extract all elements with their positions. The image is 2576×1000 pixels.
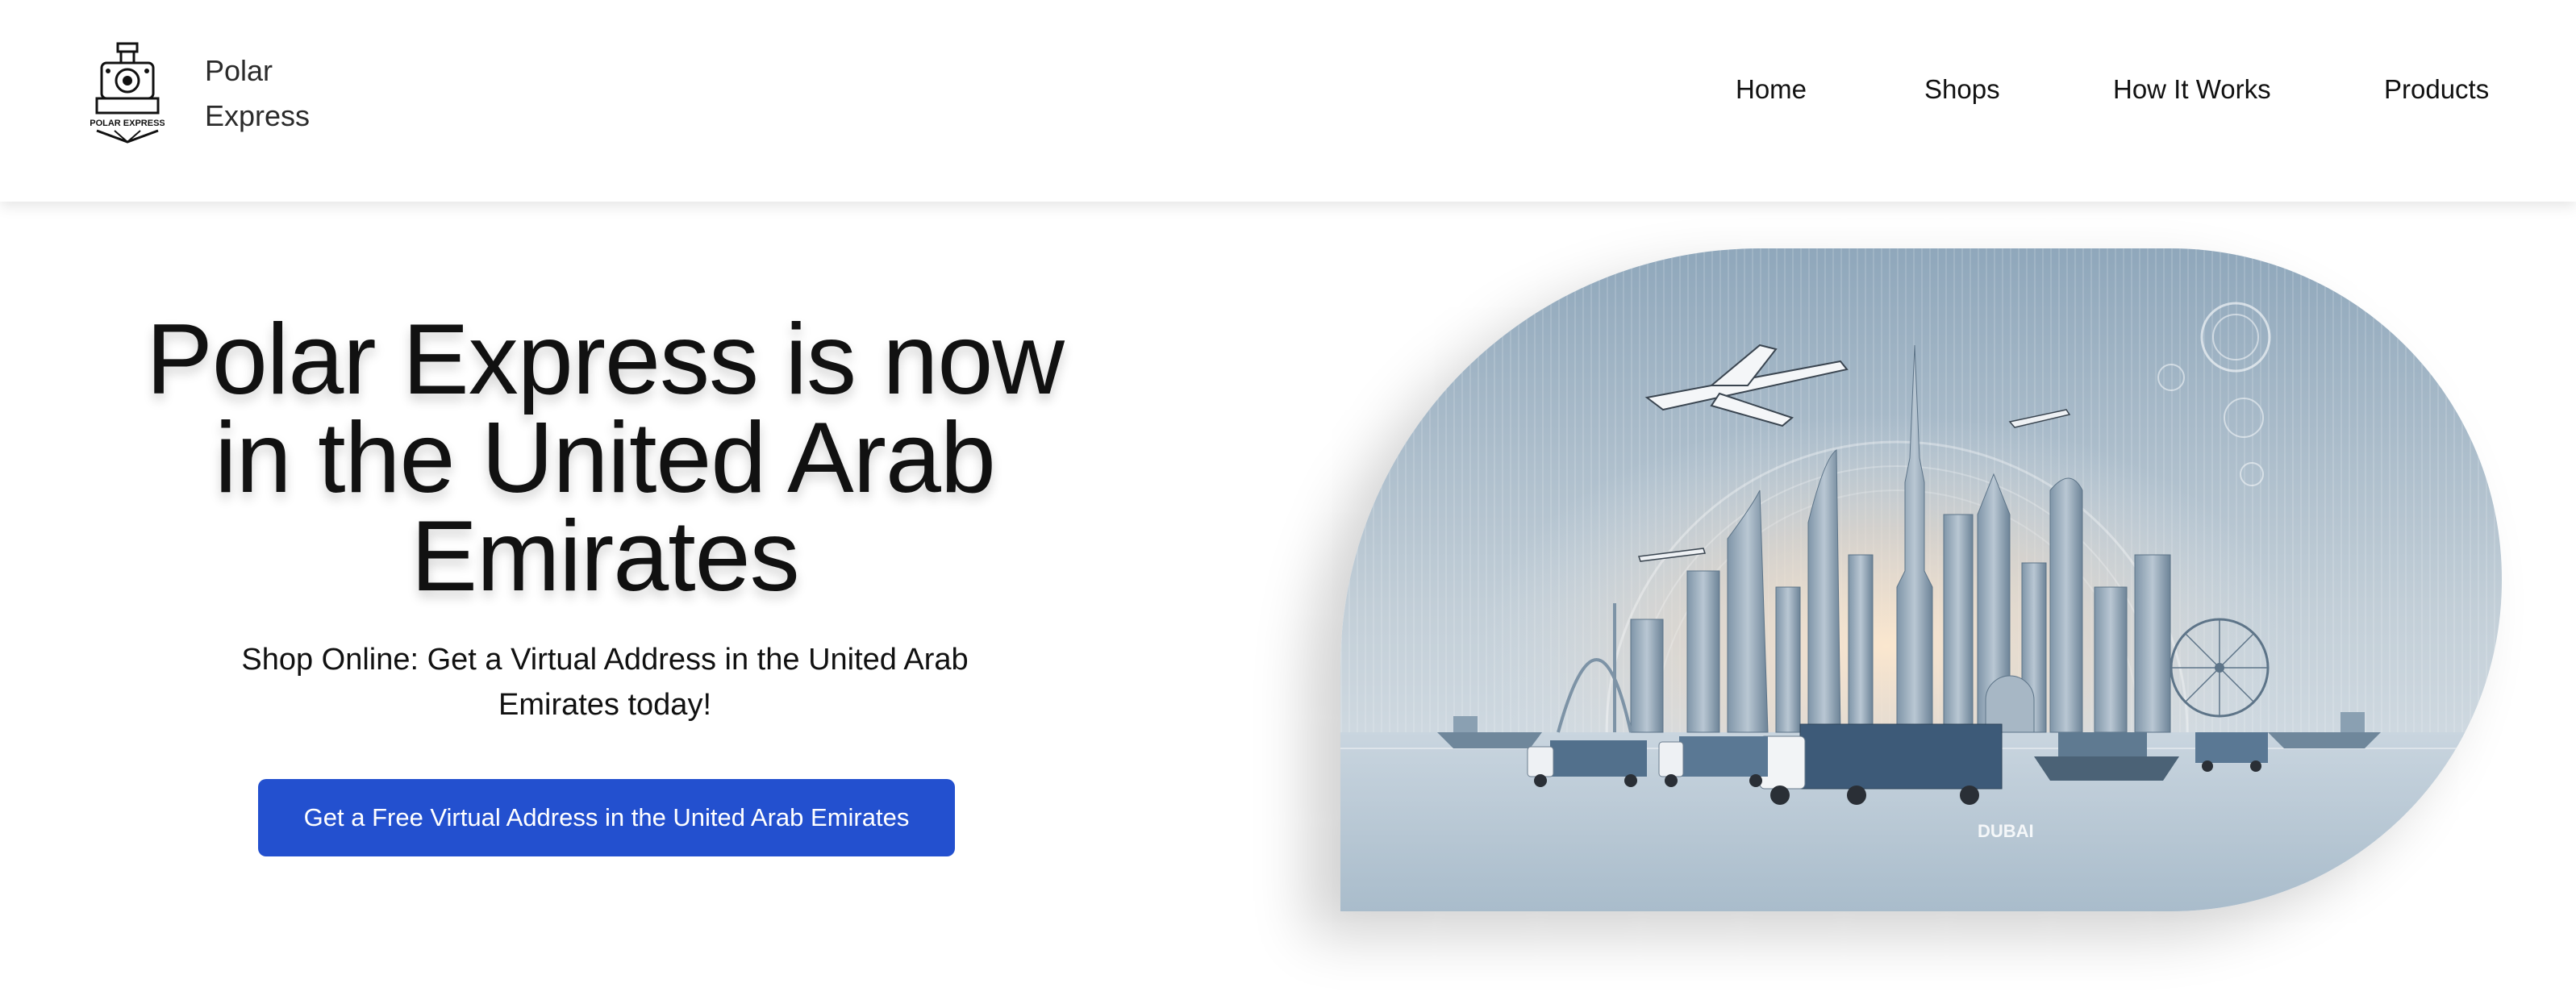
hero-title: Polar Express is now in the United Arab … [146, 304, 1065, 612]
nav-home[interactable]: Home [1736, 74, 1807, 105]
hero-image: DUBAI [1340, 248, 2502, 911]
main-nav: Home Shops How It Works Products [0, 74, 2576, 115]
image-caption: DUBAI [1978, 821, 2034, 841]
dubai-skyline-illustration: DUBAI [1340, 248, 2502, 911]
nav-shops[interactable]: Shops [1924, 74, 2000, 105]
site-header: POLAR EXPRESS Polar Express Home Shops H… [0, 0, 2576, 202]
nav-products[interactable]: Products [2384, 74, 2489, 105]
logo-text: POLAR EXPRESS [90, 119, 165, 128]
get-virtual-address-button[interactable]: Get a Free Virtual Address in the United… [258, 779, 955, 856]
nav-how-it-works[interactable]: How It Works [2113, 74, 2271, 105]
hero-subtitle: Shop Online: Get a Virtual Address in th… [241, 643, 969, 722]
